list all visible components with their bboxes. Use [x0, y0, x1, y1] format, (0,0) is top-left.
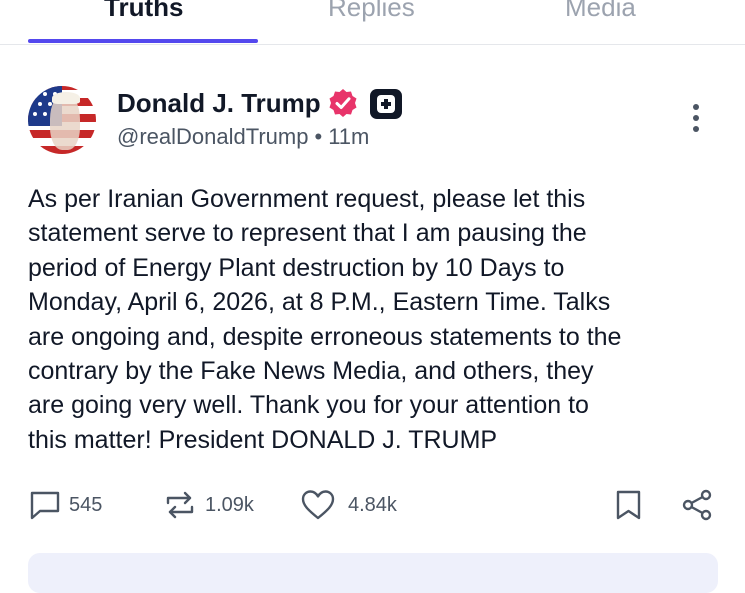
more-dot: [693, 126, 699, 132]
avatar[interactable]: [28, 86, 96, 154]
tab-media[interactable]: Media: [565, 0, 636, 23]
truth-plus-icon: [370, 89, 402, 119]
reply-count: 545: [69, 494, 103, 516]
heart-icon: [301, 490, 335, 520]
post-line: this matter! President DONALD J. TRUMP: [28, 425, 498, 454]
more-dot: [693, 104, 699, 110]
post-body: As per Iranian Government request, pleas…: [28, 182, 728, 457]
bookmark-icon: [616, 490, 641, 520]
avatar-star: [43, 92, 47, 96]
bookmark-button[interactable]: [614, 488, 644, 528]
tab-replies[interactable]: Replies: [328, 0, 415, 23]
post-line: are ongoing and, despite erroneous state…: [28, 322, 622, 351]
post-line: period of Energy Plant destruction by 10…: [28, 253, 565, 282]
post-time[interactable]: 11m: [328, 124, 369, 149]
post-line: are going very well. Thank you for your …: [28, 391, 589, 420]
more-options-icon[interactable]: [690, 104, 702, 136]
retruth-button[interactable]: 1.09k: [163, 488, 273, 528]
like-count: 4.84k: [348, 494, 397, 516]
post-line: As per Iranian Government request, pleas…: [28, 185, 586, 213]
profile-tabs: Truths Replies Media: [0, 0, 745, 45]
author-handle[interactable]: @realDonaldTrump: [117, 124, 308, 149]
avatar-star: [38, 102, 42, 106]
avatar-star: [33, 112, 37, 116]
post-line: statement serve to represent that I am p…: [28, 219, 587, 248]
next-post-card[interactable]: [28, 553, 718, 593]
avatar-star: [43, 112, 47, 116]
reply-icon: [30, 491, 60, 520]
active-tab-indicator: [28, 39, 258, 43]
avatar-star: [33, 92, 37, 96]
post-line: contrary by the Fake News Media, and oth…: [28, 357, 594, 386]
like-button[interactable]: 4.84k: [300, 488, 410, 528]
author-name[interactable]: Donald J. Trump: [117, 88, 321, 119]
more-dot: [693, 115, 699, 121]
post-line: Monday, April 6, 2026, at 8 P.M., Easter…: [28, 288, 611, 317]
verified-badge-icon: [329, 89, 357, 117]
reply-button[interactable]: 545: [28, 488, 118, 528]
author-meta: @realDonaldTrump • 11m: [117, 124, 369, 150]
tab-truths[interactable]: Truths: [104, 0, 183, 23]
avatar-hair: [52, 92, 80, 104]
share-button[interactable]: [680, 488, 714, 528]
retruth-count: 1.09k: [205, 494, 254, 516]
plus-badge-bar: [384, 99, 388, 109]
retruth-icon: [166, 491, 194, 519]
meta-separator: •: [314, 124, 323, 149]
share-icon: [682, 489, 712, 521]
